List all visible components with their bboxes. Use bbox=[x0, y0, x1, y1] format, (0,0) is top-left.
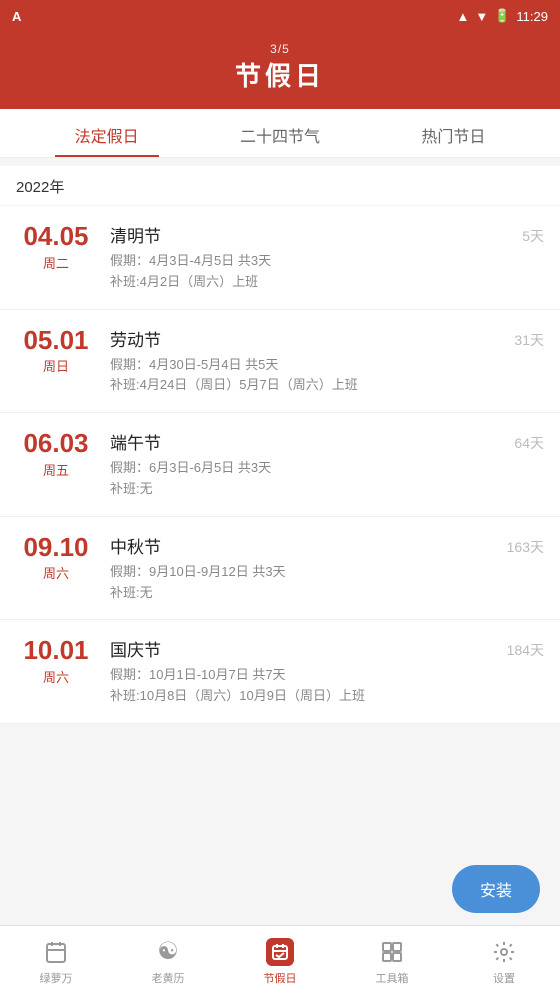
holiday-name-labor: 劳动节 bbox=[110, 326, 494, 351]
holiday-detail2-duanwu: 补班:无 bbox=[110, 479, 494, 500]
holiday-detail1-labor: 假期：4月30日-5月4日 共5天 bbox=[110, 355, 494, 376]
holiday-item-duanwu: 06.03 周五 端午节 假期：6月3日-6月5日 共3天 补班:无 64天 bbox=[0, 413, 560, 517]
nav-item-calendar[interactable]: 绿萝万 bbox=[0, 930, 112, 994]
status-battery: 🔋 bbox=[494, 8, 510, 24]
holiday-date-week-labor: 周日 bbox=[16, 356, 96, 375]
header: 3/5 节假日 bbox=[0, 32, 560, 109]
holiday-days-labor: 31天 bbox=[494, 326, 544, 350]
status-carrier: A bbox=[12, 9, 21, 24]
holiday-date-duanwu: 06.03 周五 bbox=[16, 429, 96, 479]
toolbox-icon bbox=[378, 938, 406, 966]
holiday-name-national: 国庆节 bbox=[110, 636, 494, 661]
holiday-item-midautumn: 09.10 周六 中秋节 假期：9月10日-9月12日 共3天 补班:无 163… bbox=[0, 517, 560, 621]
calendar-icon bbox=[42, 938, 70, 966]
tab-popular-holiday[interactable]: 热门节日 bbox=[367, 109, 540, 157]
holiday-date-num-labor: 05.01 bbox=[16, 326, 96, 355]
holiday-name-qingming: 清明节 bbox=[110, 222, 494, 247]
status-time: 11:29 bbox=[516, 9, 548, 24]
holiday-date-midautumn: 09.10 周六 bbox=[16, 533, 96, 583]
nav-label-calendar: 绿萝万 bbox=[40, 970, 73, 986]
tab-solar-terms[interactable]: 二十四节气 bbox=[193, 109, 366, 157]
nav-label-almanac: 老黄历 bbox=[152, 970, 185, 986]
holiday-info-qingming: 清明节 假期：4月3日-4月5日 共3天 补班:4月2日（周六）上班 bbox=[110, 222, 494, 293]
holiday-detail1-qingming: 假期：4月3日-4月5日 共3天 bbox=[110, 251, 494, 272]
nav-item-holiday[interactable]: 节假日 bbox=[224, 930, 336, 994]
holiday-date-num-qingming: 04.05 bbox=[16, 222, 96, 251]
holiday-date-num-duanwu: 06.03 bbox=[16, 429, 96, 458]
holiday-name-midautumn: 中秋节 bbox=[110, 533, 494, 558]
tab-legal-holiday[interactable]: 法定假日 bbox=[20, 109, 193, 157]
holiday-date-week-midautumn: 周六 bbox=[16, 563, 96, 582]
holiday-detail2-national: 补班:10月8日（周六）10月9日（周日）上班 bbox=[110, 686, 494, 707]
yinyang-icon: ☯ bbox=[154, 938, 182, 966]
status-right: ▲ ▼ 🔋 11:29 bbox=[456, 8, 548, 24]
holiday-days-midautumn: 163天 bbox=[494, 533, 544, 557]
holiday-info-national: 国庆节 假期：10月1日-10月7日 共7天 补班:10月8日（周六）10月9日… bbox=[110, 636, 494, 707]
holiday-days-qingming: 5天 bbox=[494, 222, 544, 246]
holiday-list: 04.05 周二 清明节 假期：4月3日-4月5日 共3天 补班:4月2日（周六… bbox=[0, 206, 560, 724]
holiday-detail1-national: 假期：10月1日-10月7日 共7天 bbox=[110, 665, 494, 686]
holiday-detail2-labor: 补班:4月24日（周日）5月7日（周六）上班 bbox=[110, 375, 494, 396]
holiday-info-labor: 劳动节 假期：4月30日-5月4日 共5天 补班:4月24日（周日）5月7日（周… bbox=[110, 326, 494, 397]
holiday-item-labor: 05.01 周日 劳动节 假期：4月30日-5月4日 共5天 补班:4月24日（… bbox=[0, 310, 560, 414]
holiday-detail1-midautumn: 假期：9月10日-9月12日 共3天 bbox=[110, 562, 494, 583]
settings-icon bbox=[490, 938, 518, 966]
holiday-days-national: 184天 bbox=[494, 636, 544, 660]
nav-item-toolbox[interactable]: 工具箱 bbox=[336, 930, 448, 994]
install-button[interactable]: 安装 bbox=[452, 865, 540, 913]
nav-item-almanac[interactable]: ☯ 老黄历 bbox=[112, 930, 224, 994]
holiday-date-num-midautumn: 09.10 bbox=[16, 533, 96, 562]
header-title: 节假日 bbox=[0, 56, 560, 93]
holiday-days-duanwu: 64天 bbox=[494, 429, 544, 453]
holiday-item-qingming: 04.05 周二 清明节 假期：4月3日-4月5日 共3天 补班:4月2日（周六… bbox=[0, 206, 560, 310]
holiday-date-national: 10.01 周六 bbox=[16, 636, 96, 686]
status-wifi: ▼ bbox=[475, 9, 488, 24]
holiday-date-week-qingming: 周二 bbox=[16, 253, 96, 272]
nav-label-settings: 设置 bbox=[493, 970, 515, 986]
status-bar: A ▲ ▼ 🔋 11:29 bbox=[0, 0, 560, 32]
holiday-info-duanwu: 端午节 假期：6月3日-6月5日 共3天 补班:无 bbox=[110, 429, 494, 500]
nav-label-holiday: 节假日 bbox=[264, 970, 297, 986]
tab-bar: 法定假日 二十四节气 热门节日 bbox=[0, 109, 560, 158]
status-signal: ▲ bbox=[456, 9, 469, 24]
holiday-detail1-duanwu: 假期：6月3日-6月5日 共3天 bbox=[110, 458, 494, 479]
holiday-detail2-qingming: 补班:4月2日（周六）上班 bbox=[110, 272, 494, 293]
holiday-name-duanwu: 端午节 bbox=[110, 429, 494, 454]
header-subtitle: 3/5 bbox=[0, 42, 560, 56]
year-label: 2022年 bbox=[0, 166, 560, 205]
nav-label-toolbox: 工具箱 bbox=[376, 970, 409, 986]
holiday-icon bbox=[266, 938, 294, 966]
bottom-nav: 绿萝万 ☯ 老黄历 节假日 bbox=[0, 925, 560, 997]
holiday-date-week-duanwu: 周五 bbox=[16, 460, 96, 479]
nav-item-settings[interactable]: 设置 bbox=[448, 930, 560, 994]
holiday-date-week-national: 周六 bbox=[16, 667, 96, 686]
holiday-date-qingming: 04.05 周二 bbox=[16, 222, 96, 272]
holiday-item-national: 10.01 周六 国庆节 假期：10月1日-10月7日 共7天 补班:10月8日… bbox=[0, 620, 560, 724]
holiday-detail2-midautumn: 补班:无 bbox=[110, 583, 494, 604]
holiday-date-num-national: 10.01 bbox=[16, 636, 96, 665]
holiday-date-labor: 05.01 周日 bbox=[16, 326, 96, 376]
holiday-info-midautumn: 中秋节 假期：9月10日-9月12日 共3天 补班:无 bbox=[110, 533, 494, 604]
